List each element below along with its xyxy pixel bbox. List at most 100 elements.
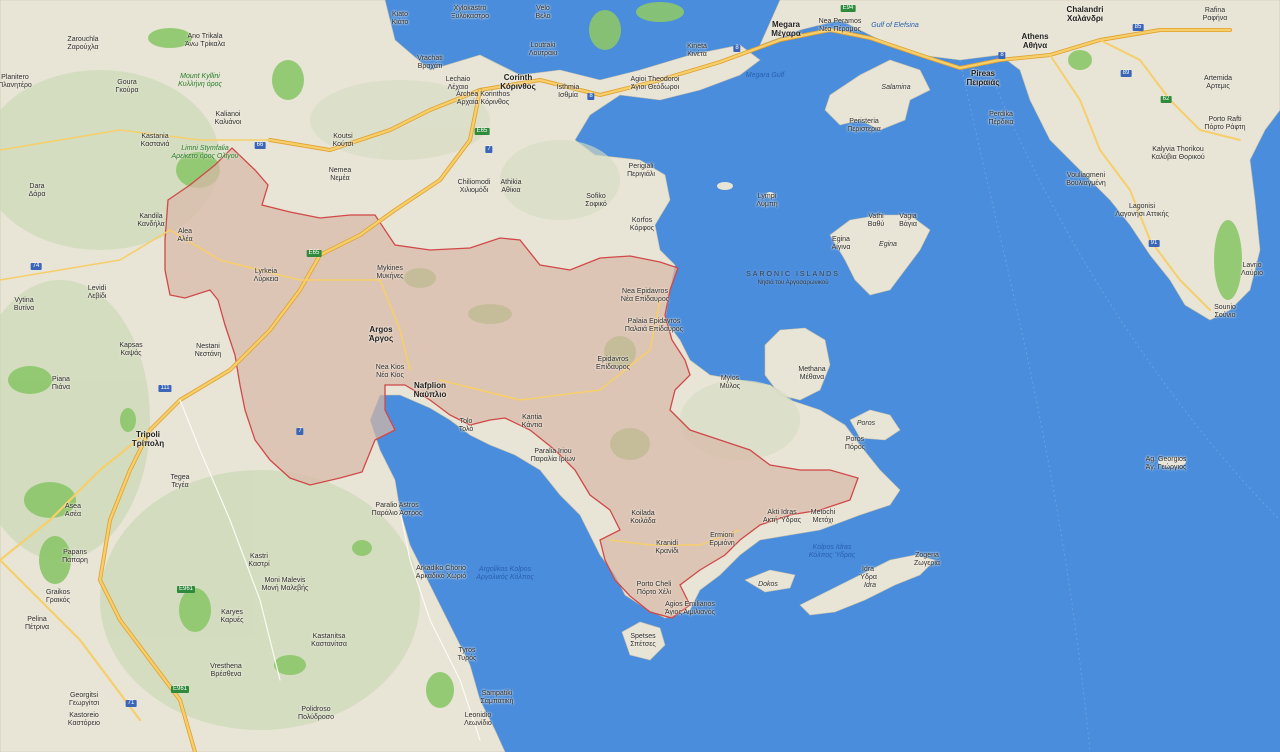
- town-label-tyros[interactable]: Tyros Τυρός: [458, 647, 477, 663]
- town-label-kastanitsa[interactable]: Kastanitsa Καστανίτσα: [311, 633, 347, 649]
- town-label-vrachati[interactable]: Vrachati Βραχάτι: [417, 55, 442, 71]
- town-label-kranidi[interactable]: Kranidi Κρανίδι: [655, 540, 678, 556]
- town-label-porto-rafti[interactable]: Porto Rafti Πόρτο Ράφτη: [1204, 116, 1245, 132]
- town-label-tripoli[interactable]: Tripoli Τρίπολη: [132, 430, 164, 448]
- town-label-sofiko[interactable]: Sofiko Σοφικό: [585, 193, 607, 209]
- town-label-korfos[interactable]: Korfos Κόρφος: [630, 217, 654, 233]
- town-label-argos[interactable]: Argos Άργος: [369, 325, 393, 343]
- town-label-methana[interactable]: Methana Μέθανα: [798, 366, 825, 382]
- town-label-georgitsi[interactable]: Georgitsi Γεωργίτσι: [69, 692, 99, 708]
- town-label-polidroso[interactable]: Polidroso Πολύδροσο: [298, 706, 334, 722]
- town-label-loutraki[interactable]: Loutraki Λουτράκι: [529, 42, 557, 58]
- town-label-vathi[interactable]: Vathi Βαθύ: [868, 213, 884, 229]
- town-label-archea-korinthos[interactable]: Archea Korinthos Αρχαία Κόρινθος: [456, 91, 510, 107]
- town-label-nafplion[interactable]: Nafplion Ναύπλιο: [414, 381, 447, 399]
- town-label-xylokastro[interactable]: Xylokastro Ξυλόκαστρο: [451, 5, 489, 21]
- town-label-agios-emilianos[interactable]: Agios Emilianos Άγιος Αιμιλιανός: [665, 601, 715, 617]
- town-label-kapsas[interactable]: Kapsas Καψάς: [119, 342, 142, 358]
- town-label-chalandri[interactable]: Chalandri Χαλάνδρι: [1067, 5, 1104, 23]
- town-label-nea-epidavros[interactable]: Nea Epidavros Νέα Επίδαυρος: [621, 288, 669, 304]
- town-label-athikia[interactable]: Athikia Αθίκια: [500, 179, 521, 195]
- town-label-epidavros[interactable]: Epidavros Επίδαυρος: [596, 356, 630, 372]
- town-label-isthmia[interactable]: Isthmia Ισθμία: [557, 84, 580, 100]
- town-label-alea[interactable]: Alea Αλέα: [177, 228, 192, 244]
- town-label-nemea[interactable]: Nemea Νεμέα: [329, 167, 352, 183]
- town-label-nea-peramos[interactable]: Nea Peramos Νέα Πέραμος: [819, 18, 862, 34]
- road-shield: E94: [840, 5, 856, 12]
- town-label-spetses[interactable]: Spetses Σπέτσες: [630, 633, 655, 649]
- town-label-mykines[interactable]: Mykines Μυκήνες: [376, 265, 403, 281]
- town-label-dara[interactable]: Dara Δάρα: [29, 183, 46, 199]
- town-label-lagonisi[interactable]: Lagonisi Λαγονήσι Αττικής: [1115, 203, 1168, 219]
- town-label-perigiali[interactable]: Perigiali Περιγιάλι: [627, 163, 655, 179]
- town-label-athens[interactable]: Athens Αθήνα: [1021, 32, 1048, 50]
- town-label-palaia-epidavros[interactable]: Palaia Epidavros Παλαιά Επίδαυρος: [625, 318, 683, 334]
- town-label-kastri[interactable]: Kastri Καστρί: [248, 553, 269, 569]
- town-label-kiato[interactable]: Kiato Κιάτο: [392, 11, 409, 27]
- town-label-paralia-iriou[interactable]: Paralia Iriou Παραλία Ιρίων: [531, 448, 576, 464]
- town-label-corinth[interactable]: Corinth Κόρινθος: [500, 73, 535, 91]
- town-label-lympi[interactable]: Lympi Λύμπη: [756, 193, 777, 209]
- town-label-poros[interactable]: Poros Πόρος: [845, 436, 865, 452]
- town-label-kastania[interactable]: Kastania Καστανιά: [141, 133, 170, 149]
- town-label-ag-georgios[interactable]: Ag. Georgios Άγ. Γεώργιος: [1146, 456, 1187, 472]
- town-label-pelina[interactable]: Pelina Πέτρινα: [25, 616, 49, 632]
- town-label-vagia[interactable]: Vagia Βάγια: [899, 213, 917, 229]
- town-label-metochi[interactable]: Metochi Μετόχι: [811, 509, 836, 525]
- town-label-papans[interactable]: Papans Παπαρη: [62, 549, 88, 565]
- town-label-goura[interactable]: Goura Γκούρα: [115, 79, 138, 95]
- town-label-arkadiko-chorio[interactable]: Arkadiko Chorio Αρκαδικό Χωριό: [416, 565, 466, 581]
- town-label-vouliagmeni[interactable]: Vouliagmeni Βουλιαγμένη: [1066, 172, 1106, 188]
- town-label-vytina[interactable]: Vytina Βυτίνα: [14, 297, 34, 313]
- town-label-kalianoi[interactable]: Kalianoi Καλιάνοι: [215, 111, 242, 127]
- island-label-dokos: Dokos: [758, 581, 778, 588]
- town-label-ermioni[interactable]: Ermioni Ερμιόνη: [709, 532, 735, 548]
- town-label-lavrio[interactable]: Lavrio Λαύριο: [1241, 262, 1263, 278]
- town-label-akti-idras[interactable]: Akti Idras Ακτή Ύδρας: [763, 509, 801, 525]
- town-label-planitero[interactable]: Planitero Πλανητέρο: [0, 74, 32, 90]
- town-label-agioi-theodoroi[interactable]: Agioi Theodoroi Άγιοι Θεόδωροι: [631, 76, 680, 92]
- town-label-ano-trikala[interactable]: Ano Trikala Άνω Τρίκαλα: [185, 33, 225, 49]
- town-label-piana[interactable]: Piana Πιάνα: [52, 376, 70, 392]
- town-label-perdika[interactable]: Perdika Πέρδικα: [988, 111, 1013, 127]
- town-label-tolo[interactable]: Tolo Τολό: [459, 418, 474, 434]
- town-label-kandila[interactable]: Kandila Κανδήλα: [137, 213, 164, 229]
- town-label-sampatiki[interactable]: Sampatiki Σαμπατική: [481, 690, 514, 706]
- town-label-karyes[interactable]: Karyes Καρυές: [221, 609, 244, 625]
- map-canvas[interactable]: Megara Gulf Gulf of Elefsina Argolikos K…: [0, 0, 1280, 752]
- town-label-vresthena[interactable]: Vresthena Βρέσθενα: [210, 663, 242, 679]
- town-label-mylos[interactable]: Mylos Μύλος: [720, 375, 740, 391]
- town-label-nea-kios[interactable]: Nea Kios Νέα Κίος: [376, 364, 404, 380]
- town-label-koutsi[interactable]: Koutsi Κούτσι: [333, 133, 354, 149]
- town-label-peristeria[interactable]: Peristeria Περιστερια: [847, 118, 881, 134]
- road-shield: 7: [296, 428, 304, 435]
- town-label-pireas[interactable]: Pireas Πειραιάς: [967, 69, 1000, 87]
- town-label-paralio-astros[interactable]: Paralio Astros Παράλιο Άστρος: [372, 502, 423, 518]
- town-label-kantia[interactable]: Kantia Κάντια: [522, 414, 543, 430]
- town-label-levidi[interactable]: Levidi Λεβίδι: [88, 285, 107, 301]
- town-label-tegea[interactable]: Tegea Τεγέα: [170, 474, 189, 490]
- water-label-megara-gulf: Megara Gulf: [745, 72, 785, 79]
- town-label-lechaio[interactable]: Lechaio Λέχαιο: [446, 76, 471, 92]
- town-label-velo[interactable]: Velo Βελο: [535, 5, 550, 21]
- town-label-moni-malevis[interactable]: Moni Malevis Μονή Μαλεβής: [262, 577, 309, 593]
- town-label-asea[interactable]: Asea Ασέα: [65, 503, 81, 519]
- town-label-leonidio[interactable]: Leonidio Λεωνίδιο: [464, 712, 492, 728]
- town-label-rafina[interactable]: Rafina Ραφήνα: [1203, 7, 1228, 23]
- town-label-graikos[interactable]: Graikos Γραικός: [46, 589, 70, 605]
- town-label-artemida[interactable]: Artemida Αρτεμις: [1204, 75, 1232, 91]
- town-label-porto-cheli[interactable]: Porto Cheli Πόρτο Χέλι: [637, 581, 672, 597]
- town-label-egina[interactable]: Egina Αίγινα: [832, 236, 851, 252]
- town-label-megara[interactable]: Megara Μέγαρα: [771, 20, 801, 38]
- town-label-koilada[interactable]: Koilada Κοιλάδα: [630, 510, 655, 526]
- town-label-lyrkeia[interactable]: Lyrkeia Λύρκεια: [254, 268, 279, 284]
- town-label-zarouchla[interactable]: Zarouchla Ζαρούχλα: [67, 36, 98, 52]
- town-label-sounio[interactable]: Sounio Σούνιο: [1214, 304, 1236, 320]
- town-label-kineta[interactable]: Kineta Κινέτα: [687, 43, 707, 59]
- town-label-kastoreio[interactable]: Kastoreio Καστόρειο: [68, 712, 100, 728]
- town-label-idra[interactable]: Idra Ύδρα: [859, 566, 877, 582]
- town-label-chiliomodi[interactable]: Chiliomodi Χιλιομόδι: [458, 179, 491, 195]
- town-label-zogeria[interactable]: Zogeria Ζωγεριά: [914, 552, 940, 568]
- town-label-kalyvia-thorikou[interactable]: Kalyvia Thorikou Καλύβια Θορικού: [1151, 146, 1204, 162]
- town-label-nestani[interactable]: Nestani Νεστάνη: [195, 343, 222, 359]
